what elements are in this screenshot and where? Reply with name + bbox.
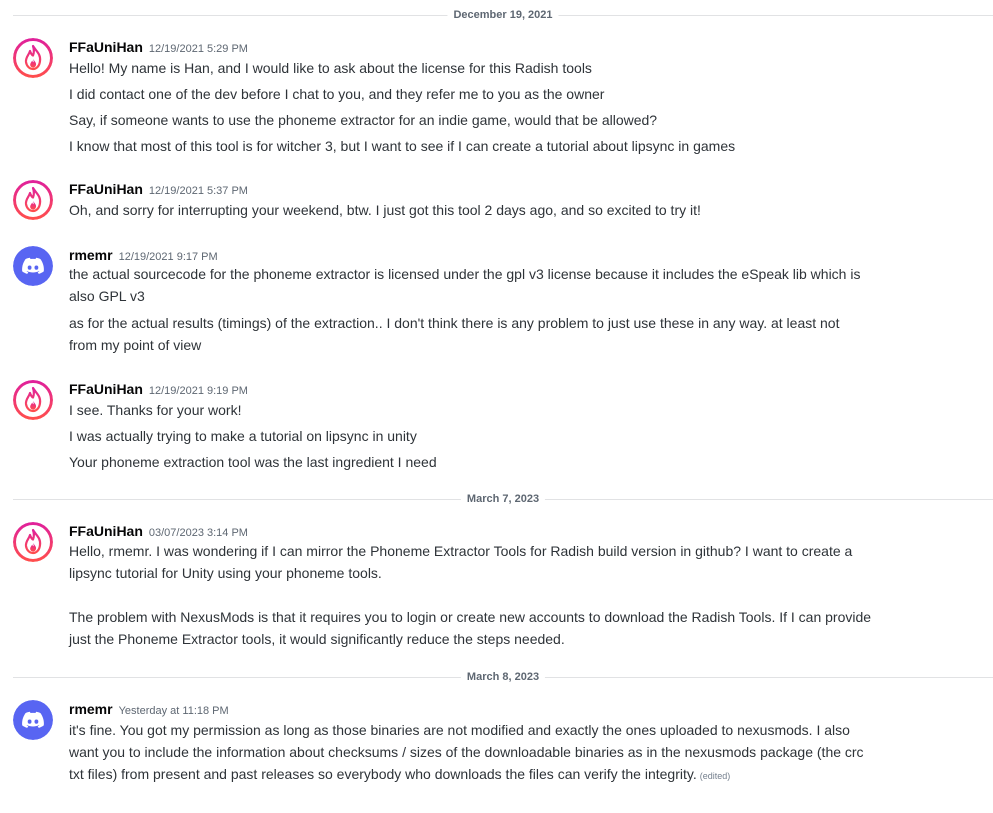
date-divider-label: March 8, 2023	[460, 670, 546, 684]
username[interactable]: rmemr	[69, 247, 113, 263]
message-text: I was actually trying to make a tutorial…	[69, 428, 417, 444]
timestamp[interactable]: 12/19/2021 5:29 PM	[149, 43, 248, 55]
message-header: FFaUniHan 03/07/2023 3:14 PM	[69, 522, 248, 540]
message-header: FFaUniHan 12/19/2021 5:37 PM	[69, 180, 248, 198]
message-text: The problem with NexusMods is that it re…	[69, 609, 872, 625]
discord-logo-icon	[13, 700, 53, 740]
avatar[interactable]	[13, 38, 53, 78]
message-text: as for the actual results (timings) of t…	[69, 315, 840, 331]
message-text: the actual sourcecode for the phoneme ex…	[69, 266, 861, 282]
flame-icon	[13, 380, 53, 420]
message-text: Oh, and sorry for interrupting your week…	[69, 202, 701, 218]
timestamp[interactable]: 12/19/2021 9:17 PM	[119, 251, 218, 263]
date-divider-label: March 7, 2023	[460, 492, 546, 506]
date-divider: December 19, 2021	[13, 8, 993, 22]
username[interactable]: FFaUniHan	[69, 39, 143, 55]
message-text: Your phoneme extraction tool was the las…	[69, 454, 437, 470]
message-text: also GPL v3	[69, 288, 145, 304]
message-header: FFaUniHan 12/19/2021 9:19 PM	[69, 380, 248, 398]
message-text: just the Phoneme Extractor tools, it wou…	[69, 631, 565, 647]
avatar[interactable]	[13, 180, 53, 220]
avatar[interactable]	[13, 246, 53, 286]
message-text: from my point of view	[69, 337, 202, 353]
avatar[interactable]	[13, 522, 53, 562]
message-header: rmemr Yesterday at 11:18 PM	[69, 700, 229, 718]
message-header: FFaUniHan 12/19/2021 5:29 PM	[69, 38, 248, 56]
date-divider: March 7, 2023	[13, 492, 993, 506]
date-divider-label: December 19, 2021	[447, 8, 559, 22]
username[interactable]: rmemr	[69, 701, 113, 717]
message-text: Hello! My name is Han, and I would like …	[69, 60, 592, 76]
flame-icon	[13, 180, 53, 220]
message-text-content: txt files) from present and past release…	[69, 766, 697, 782]
flame-icon	[13, 38, 53, 78]
discord-logo-icon	[13, 246, 53, 286]
username[interactable]: FFaUniHan	[69, 381, 143, 397]
message-text: Say, if someone wants to use the phoneme…	[69, 112, 658, 128]
avatar[interactable]	[13, 380, 53, 420]
message-text: lipsync tutorial for Unity using your ph…	[69, 565, 382, 581]
timestamp[interactable]: Yesterday at 11:18 PM	[119, 705, 229, 717]
message-header: rmemr 12/19/2021 9:17 PM	[69, 246, 218, 264]
username[interactable]: FFaUniHan	[69, 181, 143, 197]
message-text: I did contact one of the dev before I ch…	[69, 86, 605, 102]
chat-log: December 19, 2021 FFaUniHan 12/19/2021 5:…	[0, 0, 993, 813]
message-text: Hello, rmemr. I was wondering if I can m…	[69, 543, 853, 559]
flame-icon	[13, 522, 53, 562]
timestamp[interactable]: 12/19/2021 9:19 PM	[149, 385, 248, 397]
message-text: I know that most of this tool is for wit…	[69, 138, 736, 154]
avatar[interactable]	[13, 700, 53, 740]
timestamp[interactable]: 03/07/2023 3:14 PM	[149, 527, 248, 539]
message-text: want you to include the information abou…	[69, 744, 864, 760]
date-divider: March 8, 2023	[13, 670, 993, 684]
timestamp[interactable]: 12/19/2021 5:37 PM	[149, 185, 248, 197]
message-text: it's fine. You got my permission as long…	[69, 722, 850, 738]
message-text: I see. Thanks for your work!	[69, 402, 242, 418]
message-text: txt files) from present and past release…	[69, 763, 959, 787]
username[interactable]: FFaUniHan	[69, 523, 143, 539]
edited-label: (edited)	[699, 771, 731, 781]
